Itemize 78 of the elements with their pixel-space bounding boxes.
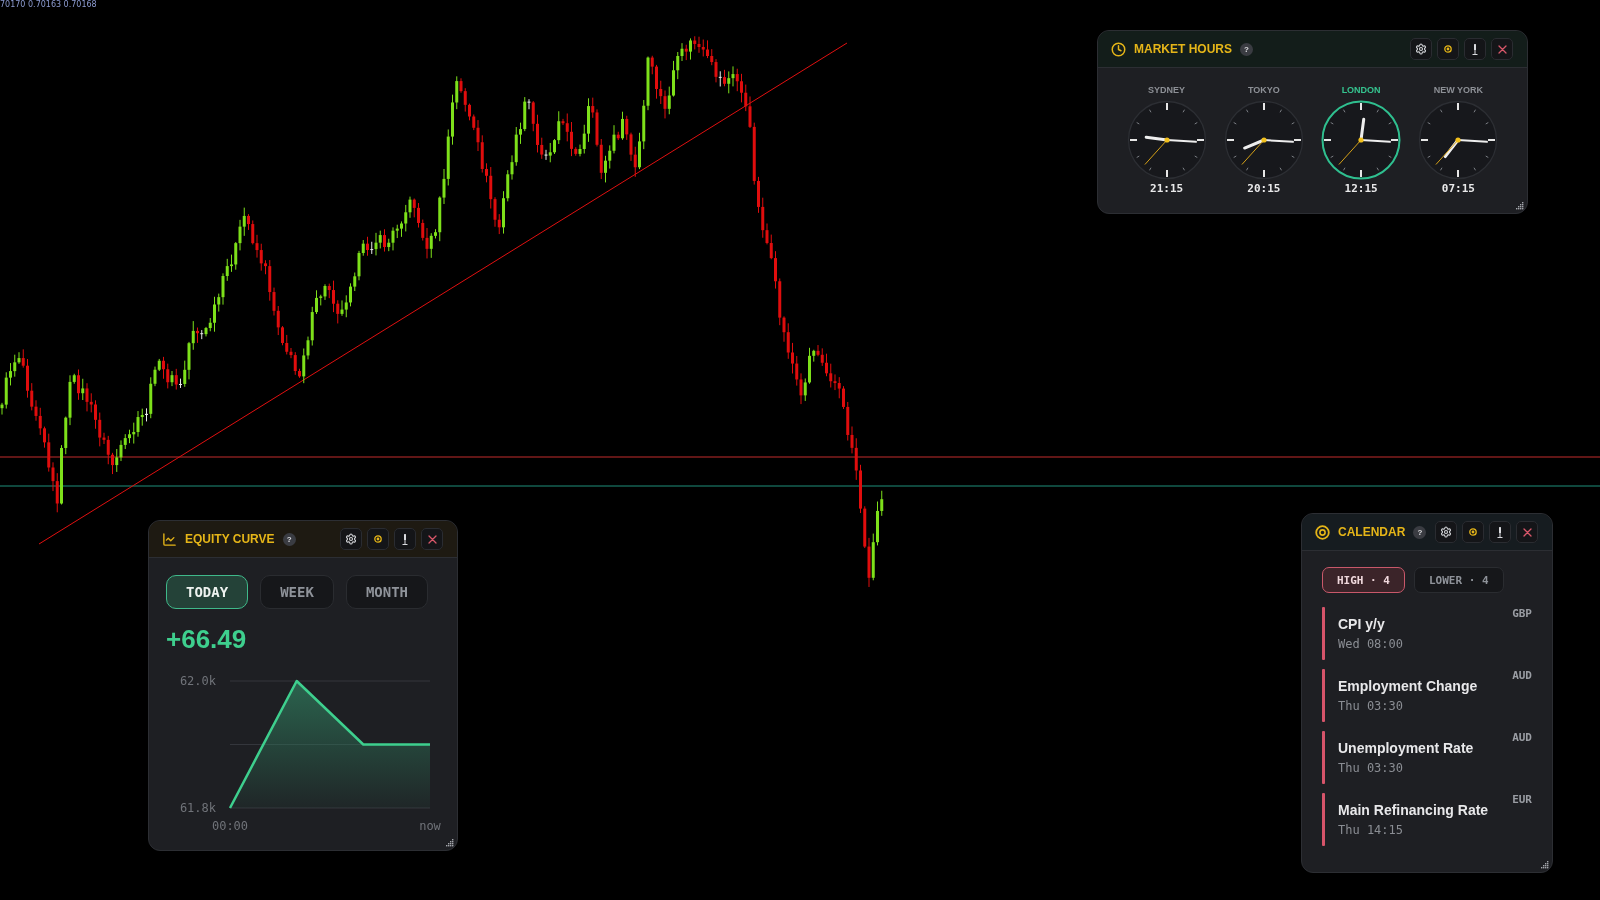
settings-icon — [1415, 43, 1427, 55]
dot-button[interactable] — [1437, 38, 1459, 60]
impact-bar — [1322, 669, 1325, 722]
period-tab[interactable]: TODAY — [166, 575, 249, 609]
pin-icon — [402, 533, 408, 545]
circle-dot-icon — [1469, 528, 1477, 536]
x-axis-label: 00:00 — [211, 819, 249, 833]
resize-grip-icon[interactable] — [1541, 861, 1549, 869]
event-name: Main Refinancing Rate — [1338, 801, 1490, 820]
help-button[interactable]: ? — [282, 532, 296, 546]
close-button[interactable] — [1491, 38, 1513, 60]
impact-bar — [1322, 731, 1325, 784]
city-label: SYDNEY — [1148, 84, 1186, 96]
panel-title: EQUITY CURVE — [185, 532, 275, 546]
pin-button[interactable] — [1464, 38, 1486, 60]
settings-button[interactable] — [1410, 38, 1432, 60]
close-icon — [1522, 527, 1532, 537]
line-chart-icon — [162, 531, 177, 547]
pin-button[interactable] — [394, 528, 416, 550]
clock-time: 20:15 — [1247, 182, 1281, 196]
close-icon — [1497, 44, 1507, 54]
target-icon — [1315, 524, 1330, 540]
help-button[interactable]: ? — [1413, 525, 1427, 539]
circle-dot-icon — [1444, 45, 1452, 53]
close-icon — [427, 534, 437, 544]
city-label: LONDON — [1341, 84, 1381, 96]
y-axis-label: 62.0k — [179, 674, 216, 688]
panel-title: CALENDAR — [1338, 525, 1406, 539]
panel-title: MARKET HOURS — [1134, 42, 1232, 56]
close-button[interactable] — [421, 528, 443, 550]
doji-candle — [544, 149, 548, 161]
settings-icon — [345, 533, 357, 545]
event-time: Thu 03:30 — [1338, 760, 1405, 777]
doji-candle — [370, 241, 374, 255]
event-name: Unemployment Rate — [1338, 739, 1475, 758]
clock-icon — [1111, 41, 1126, 57]
clock-time: 21:15 — [1150, 182, 1184, 196]
settings-button[interactable] — [340, 528, 362, 550]
help-button[interactable]: ? — [1240, 42, 1253, 56]
impact-filter[interactable]: LOWER · 4 — [1414, 567, 1504, 593]
city-label: NEW YORK — [1433, 84, 1484, 96]
period-tab[interactable]: MONTH — [345, 575, 429, 609]
city-label: TOKYO — [1247, 84, 1280, 96]
event-time: Thu 14:15 — [1338, 822, 1405, 839]
circle-dot-icon — [374, 535, 382, 543]
x-axis-label: now — [419, 819, 441, 833]
impact-bar — [1322, 607, 1325, 660]
event-name: CPI y/y — [1338, 615, 1386, 634]
period-tab[interactable]: WEEK — [260, 575, 334, 609]
pin-icon — [1472, 43, 1478, 55]
dot-button[interactable] — [1462, 521, 1484, 543]
impact-bar — [1322, 793, 1325, 846]
y-axis-label: 61.8k — [179, 801, 216, 815]
doji-candle — [179, 378, 182, 389]
event-time: Thu 03:30 — [1338, 698, 1405, 715]
currency-code: GBP — [1512, 607, 1532, 621]
currency-code: EUR — [1512, 793, 1532, 807]
event-time: Wed 08:00 — [1338, 636, 1405, 653]
resize-grip-icon[interactable] — [446, 839, 454, 847]
doji-candle — [718, 70, 722, 87]
clock-time: 12:15 — [1344, 182, 1378, 196]
doji-candle — [200, 329, 204, 340]
close-button[interactable] — [1516, 521, 1538, 543]
price-readout: 70170 0.70163 0.70168 — [0, 0, 97, 10]
dot-button[interactable] — [367, 528, 389, 550]
pin-icon — [1497, 526, 1503, 538]
settings-icon — [1440, 526, 1452, 538]
impact-filter[interactable]: HIGH · 4 — [1322, 567, 1405, 593]
settings-button[interactable] — [1435, 521, 1457, 543]
event-name: Employment Change — [1338, 677, 1479, 696]
doji-candle — [527, 98, 531, 110]
equity-change: +66.49 — [166, 623, 248, 655]
currency-code: AUD — [1512, 731, 1532, 745]
pin-button[interactable] — [1489, 521, 1511, 543]
resize-grip-icon[interactable] — [1516, 202, 1524, 210]
doji-candle — [145, 407, 148, 422]
clock-time: 07:15 — [1441, 182, 1475, 196]
currency-code: AUD — [1512, 669, 1532, 683]
